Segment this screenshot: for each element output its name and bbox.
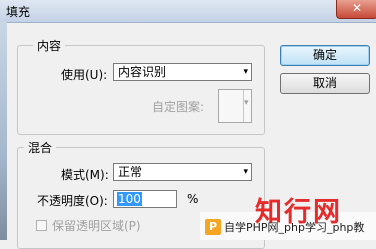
close-icon: ✕ — [351, 1, 363, 15]
cancel-button[interactable]: 取消 — [280, 73, 370, 94]
use-label: 使用(U): — [61, 68, 108, 82]
chevron-down-icon: ▾ — [243, 67, 248, 77]
watermark-caption: 自学PHP网_php学习_php教 — [224, 221, 365, 234]
mode-select-value: 正常 — [118, 165, 143, 179]
preserve-transparency-label: 保留透明区域(P) — [52, 219, 141, 233]
opacity-label: 不透明度(O): — [37, 194, 108, 208]
title-bar[interactable]: 填充 ✕ — [0, 0, 376, 23]
window-title: 填充 — [6, 5, 31, 19]
use-select[interactable]: 内容识别 ▾ — [113, 63, 252, 81]
preserve-transparency-checkbox[interactable] — [36, 220, 47, 231]
mode-chevron-down-icon: ▾ — [243, 167, 248, 177]
content-legend: 内容 — [33, 37, 66, 54]
background-window-strip — [0, 22, 7, 240]
watermark-php-icon: P — [205, 219, 221, 235]
close-button[interactable]: ✕ — [336, 0, 376, 19]
use-select-value: 内容识别 — [118, 65, 167, 79]
opacity-unit: % — [187, 192, 199, 206]
mode-label: 模式(M): — [61, 168, 109, 182]
blend-legend: 混合 — [24, 139, 57, 156]
pattern-chevron-down-icon: ▾ — [244, 98, 249, 108]
mode-select[interactable]: 正常 ▾ — [113, 163, 252, 181]
pattern-picker[interactable]: ▾ — [218, 89, 252, 123]
pattern-label: 自定图案: — [152, 100, 205, 114]
ok-button[interactable]: 确定 — [280, 45, 370, 66]
opacity-value: 100 — [117, 192, 142, 206]
opacity-input[interactable]: 100 — [113, 190, 177, 208]
